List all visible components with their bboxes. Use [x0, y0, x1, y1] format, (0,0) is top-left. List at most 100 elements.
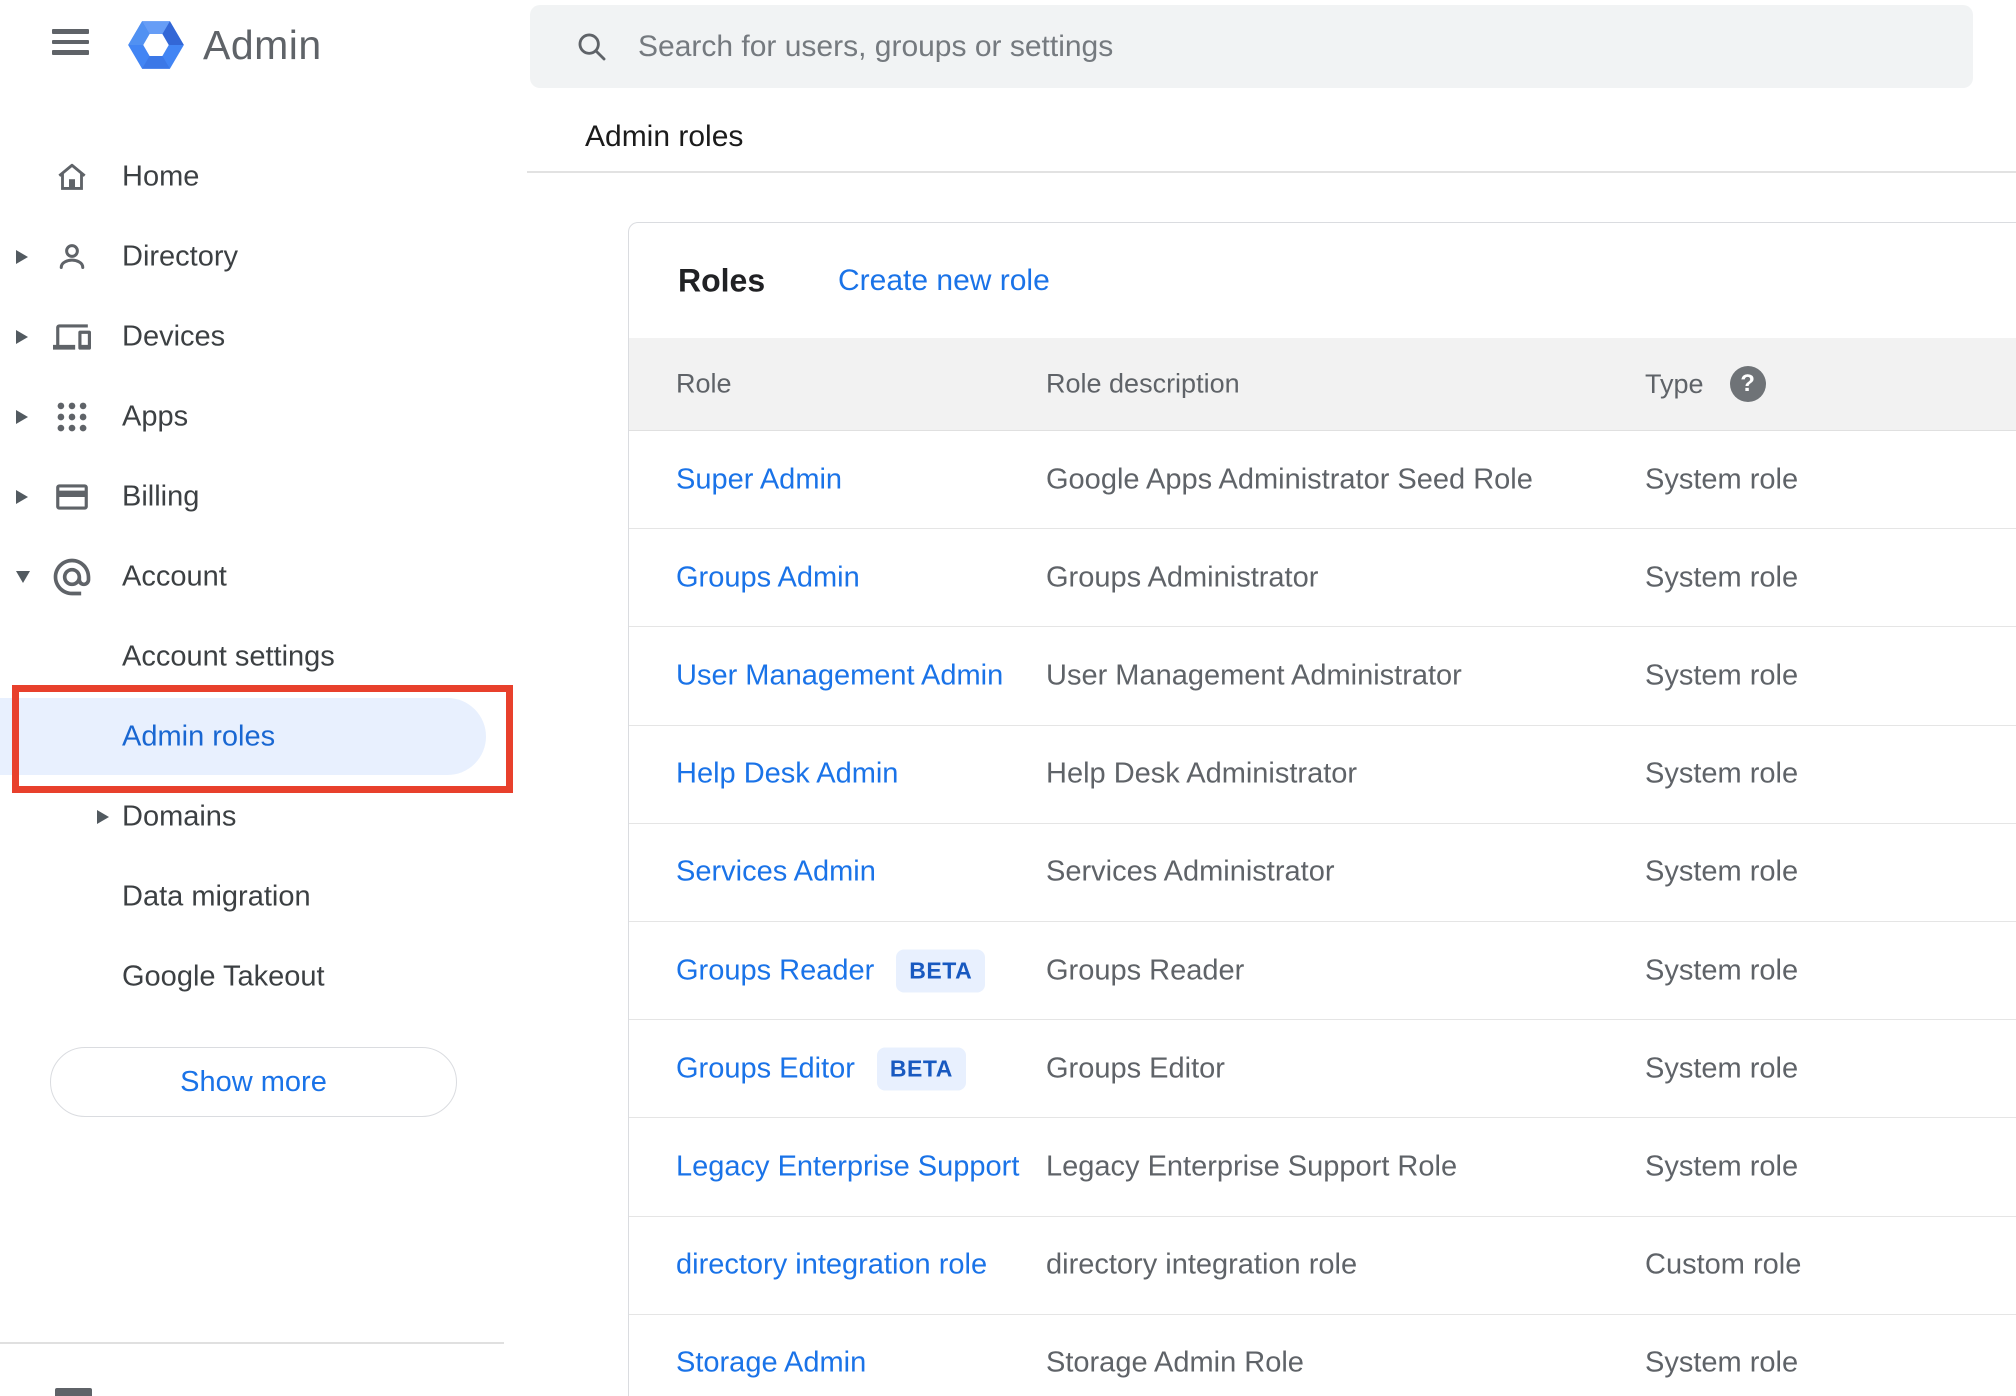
- header-divider: [527, 171, 2016, 173]
- role-cell: Groups Editor BETA: [676, 1047, 966, 1091]
- role-description: Services Administrator: [1046, 855, 1335, 888]
- role-type: System role: [1645, 1150, 1799, 1183]
- table-header: Role Role description Type ?: [629, 338, 2016, 431]
- role-link[interactable]: Groups Admin: [676, 561, 860, 594]
- role-type: System role: [1645, 757, 1799, 790]
- role-description: directory integration role: [1046, 1248, 1358, 1281]
- sidebar-item-data-migration[interactable]: Data migration: [0, 857, 527, 937]
- sidebar-item-label: Directory: [122, 240, 239, 273]
- role-link[interactable]: directory integration role: [676, 1249, 987, 1282]
- column-header-type: Type: [1645, 368, 1704, 399]
- sidebar-item-label: Home: [122, 160, 200, 193]
- table-row: Services Admin Services Administrator Syst…: [629, 824, 2016, 922]
- sidebar-item-label: Account: [122, 560, 227, 593]
- roles-panel: Roles Create new role Role Role descript…: [628, 222, 2016, 1396]
- role-cell: Legacy Enterprise Support: [676, 1150, 1019, 1183]
- role-cell: Groups Admin: [676, 561, 860, 594]
- create-new-role-link[interactable]: Create new role: [838, 264, 1050, 298]
- role-link[interactable]: Help Desk Admin: [676, 758, 898, 791]
- partial-bottom-icon: [55, 1388, 92, 1396]
- table-row: Groups Editor BETA Groups Editor System rol…: [629, 1020, 2016, 1119]
- role-description: User Management Administrator: [1046, 659, 1462, 692]
- sidebar-item-account-settings[interactable]: Account settings: [0, 617, 527, 697]
- table-row: directory integration role directory inte…: [629, 1217, 2016, 1315]
- sidebar-item-domains[interactable]: Domains: [0, 777, 527, 857]
- help-icon[interactable]: ?: [1729, 366, 1766, 402]
- role-type: System role: [1645, 659, 1799, 692]
- apps-grid-icon: [50, 395, 94, 439]
- role-type: System role: [1645, 954, 1799, 987]
- sidebar-item-admin-roles[interactable]: Admin roles: [0, 697, 527, 777]
- sidebar-item-label: Account settings: [122, 640, 335, 673]
- table-row: Groups Admin Groups Administrator System r…: [629, 529, 2016, 628]
- beta-badge: BETA: [876, 1047, 966, 1091]
- home-icon: [50, 155, 94, 199]
- sidebar-item-google-takeout[interactable]: Google Takeout: [0, 937, 527, 1017]
- role-link[interactable]: User Management Admin: [676, 659, 1003, 692]
- admin-hexagon-logo-icon: [127, 16, 185, 74]
- admin-console-page: Admin Home Directory Devices Apps Billing Acc…: [0, 0, 2016, 1396]
- app-title: Admin: [203, 22, 322, 68]
- sidebar-item-billing[interactable]: Billing: [0, 457, 527, 537]
- devices-icon: [50, 315, 94, 359]
- sidebar-item-apps[interactable]: Apps: [0, 377, 527, 457]
- role-type: System role: [1645, 1346, 1799, 1379]
- role-description: Storage Admin Role: [1046, 1346, 1304, 1379]
- chevron-right-icon[interactable]: [16, 330, 28, 344]
- sidebar-item-devices[interactable]: Devices: [0, 297, 527, 377]
- sidebar-item-label: Domains: [122, 800, 237, 833]
- breadcrumb: Admin roles: [585, 120, 744, 153]
- sidebar-item-label: Devices: [122, 320, 226, 353]
- role-link[interactable]: Legacy Enterprise Support: [676, 1150, 1019, 1183]
- role-description: Groups Editor: [1046, 1052, 1225, 1085]
- role-type: Custom role: [1645, 1248, 1802, 1281]
- chevron-right-icon[interactable]: [16, 490, 28, 504]
- table-row: Legacy Enterprise Support Legacy Enterpri…: [629, 1118, 2016, 1217]
- search-input[interactable]: [638, 5, 1888, 88]
- role-link[interactable]: Services Admin: [676, 856, 876, 889]
- chevron-down-icon[interactable]: [16, 571, 30, 583]
- sidebar-divider: [0, 1342, 504, 1344]
- roles-panel-header: Roles Create new role: [629, 223, 2016, 338]
- role-cell: Super Admin: [676, 463, 842, 496]
- role-type: System role: [1645, 1052, 1799, 1085]
- search-bar[interactable]: [530, 5, 1973, 88]
- role-link[interactable]: Groups Editor: [676, 1052, 855, 1085]
- role-cell: User Management Admin: [676, 659, 1003, 692]
- role-description: Google Apps Administrator Seed Role: [1046, 463, 1533, 496]
- table-row: User Management Admin User Management Adm…: [629, 627, 2016, 726]
- chevron-right-icon[interactable]: [97, 810, 109, 824]
- beta-badge: BETA: [896, 949, 986, 993]
- table-body: Super Admin Google Apps Administrator See…: [629, 431, 2016, 1396]
- credit-card-icon: [50, 475, 94, 519]
- hamburger-menu-icon[interactable]: [52, 29, 90, 55]
- person-icon: [50, 235, 94, 279]
- show-more-button[interactable]: Show more: [50, 1047, 457, 1117]
- role-type: System role: [1645, 855, 1799, 888]
- sidebar-item-label: Admin roles: [122, 720, 276, 753]
- column-header-role: Role: [676, 368, 732, 399]
- role-description: Groups Reader: [1046, 954, 1245, 987]
- chevron-right-icon[interactable]: [16, 410, 28, 424]
- role-link[interactable]: Super Admin: [676, 463, 842, 496]
- role-description: Help Desk Administrator: [1046, 757, 1358, 790]
- table-row: Super Admin Google Apps Administrator See…: [629, 431, 2016, 530]
- sidebar-item-label: Apps: [122, 400, 189, 433]
- sidebar: Admin Home Directory Devices Apps Billing Acc…: [0, 0, 527, 1396]
- role-link[interactable]: Groups Reader: [676, 954, 874, 987]
- role-cell: Help Desk Admin: [676, 758, 898, 791]
- role-type: System role: [1645, 463, 1799, 496]
- sidebar-item-label: Data migration: [122, 880, 311, 913]
- table-row: Help Desk Admin Help Desk Administrator Sy…: [629, 726, 2016, 824]
- column-header-type-group: Type ?: [1645, 366, 1766, 402]
- table-row: Groups Reader BETA Groups Reader System rol…: [629, 922, 2016, 1021]
- sidebar-item-home[interactable]: Home: [0, 137, 527, 217]
- table-row: Storage Admin Storage Admin Role System ro…: [629, 1315, 2016, 1396]
- role-link[interactable]: Storage Admin: [676, 1347, 866, 1380]
- sidebar-item-account[interactable]: Account: [0, 537, 527, 617]
- chevron-right-icon[interactable]: [16, 250, 28, 264]
- at-sign-icon: [50, 555, 94, 599]
- sidebar-item-directory[interactable]: Directory: [0, 217, 527, 297]
- panel-title: Roles: [678, 262, 766, 298]
- brand-row: Admin: [0, 0, 527, 92]
